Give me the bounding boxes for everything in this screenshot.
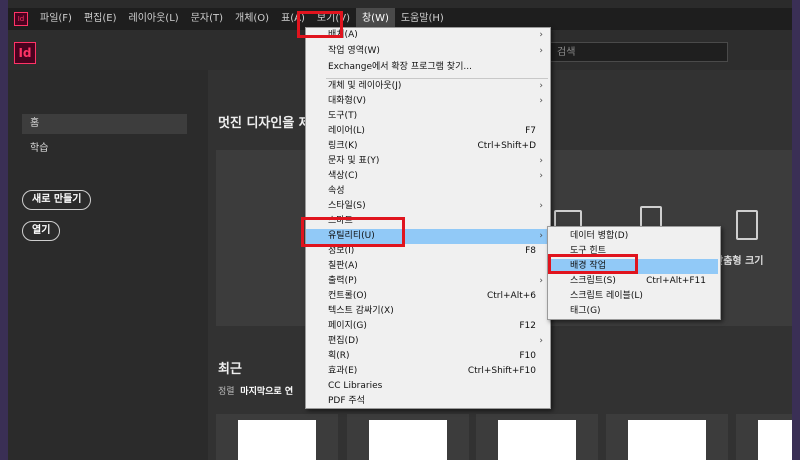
- search-input[interactable]: 검색: [548, 42, 728, 62]
- recent-file-thumb[interactable]: [606, 414, 728, 460]
- window-menu-item[interactable]: 도구(T): [306, 109, 548, 124]
- window-menu-item[interactable]: 스타일(S) ›: [306, 199, 548, 214]
- window-menu-item[interactable]: 출력(P) ›: [306, 274, 548, 289]
- window-menu-item[interactable]: 대화형(V) ›: [306, 94, 548, 109]
- window-menu-item[interactable]: 효과(E) Ctrl+Shift+F10: [306, 364, 548, 379]
- window-menu-item[interactable]: Exchange에서 확장 프로그램 찾기...: [306, 60, 548, 75]
- utilities-submenu-item[interactable]: 태그(G): [548, 304, 718, 319]
- custom-size-doc-icon[interactable]: [736, 210, 758, 240]
- window-menu-item[interactable]: 컨트롤(O) Ctrl+Alt+6: [306, 289, 548, 304]
- sidebar: 홈 학습 새로 만들기 열기: [8, 70, 208, 460]
- menu-edit[interactable]: 편집(E): [78, 8, 123, 30]
- new-button[interactable]: 새로 만들기: [22, 190, 92, 210]
- sidebar-item-learn[interactable]: 학습: [22, 139, 187, 159]
- window-menu-item[interactable]: 페이지(G) F12: [306, 319, 548, 334]
- window-menu-item[interactable]: 편집(D) ›: [306, 334, 548, 349]
- sidebar-item-home[interactable]: 홈: [22, 114, 187, 134]
- window-menu-item[interactable]: 작업 영역(W) ›: [306, 44, 548, 59]
- welcome-heading: 멋진 디자인을 제: [218, 116, 311, 131]
- window-menu-item[interactable]: 텍스트 감싸기(X): [306, 304, 548, 319]
- menu-layout[interactable]: 레이아웃(L): [123, 8, 185, 30]
- app-mini-logo-icon: Id: [14, 12, 28, 26]
- indesign-logo-icon: Id: [14, 42, 36, 64]
- thumb-page: [498, 420, 576, 460]
- thumb-page: [369, 420, 447, 460]
- window-menu-item[interactable]: 링크(K) Ctrl+Shift+D: [306, 139, 548, 154]
- recent-file-thumb[interactable]: 표지: [216, 414, 338, 460]
- thumb-page: [758, 420, 792, 460]
- annotation-box-background-tasks: [548, 254, 638, 274]
- window-menu-item[interactable]: 획(R) F10: [306, 349, 548, 364]
- sort-label: 정렬: [218, 387, 235, 397]
- utilities-submenu-item[interactable]: 스크립트(S) Ctrl+Alt+F11: [548, 274, 718, 289]
- custom-size-label[interactable]: 맞춤형 크기: [714, 252, 763, 267]
- thumb-page: [628, 420, 706, 460]
- menu-object[interactable]: 개체(O): [229, 8, 275, 30]
- window-menu-item[interactable]: 문자 및 표(Y) ›: [306, 154, 548, 169]
- thumb-page: 표지: [238, 420, 316, 460]
- window-menu-item[interactable]: CC Libraries: [306, 379, 548, 394]
- annotation-box-utilities: [301, 217, 405, 247]
- annotation-box-window-menu: [297, 11, 343, 38]
- utilities-submenu-item[interactable]: 데이터 병합(D): [548, 229, 718, 244]
- recent-file-thumb[interactable]: [736, 414, 792, 460]
- menu-file[interactable]: 파일(F): [34, 8, 78, 30]
- window-menu-item[interactable]: 레이어(L) F7: [306, 124, 548, 139]
- menu-type[interactable]: 문자(T): [185, 8, 229, 30]
- window-menu-item[interactable]: 개체 및 레이아웃(J) ›: [306, 79, 548, 94]
- open-button[interactable]: 열기: [22, 221, 61, 241]
- window-menu-item[interactable]: 칠판(A): [306, 259, 548, 274]
- recent-file-thumb[interactable]: [347, 414, 469, 460]
- sort-value[interactable]: 마지막으로 연: [240, 387, 293, 397]
- window-menu-item[interactable]: 속성: [306, 184, 548, 199]
- window-menu-item[interactable]: PDF 주석: [306, 394, 548, 409]
- recent-file-thumb[interactable]: [476, 414, 598, 460]
- utilities-submenu-item[interactable]: 스크립트 레이블(L): [548, 289, 718, 304]
- sort-control[interactable]: 정렬 마지막으로 연: [218, 384, 293, 397]
- recent-heading: 최근: [218, 362, 242, 377]
- window-menu-item[interactable]: 색상(C) ›: [306, 169, 548, 184]
